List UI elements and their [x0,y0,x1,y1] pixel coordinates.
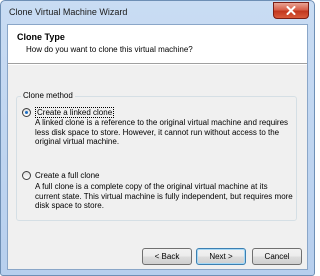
full-clone-label[interactable]: Create a full clone [35,171,99,180]
linked-clone-option[interactable]: Create a linked clone [22,107,115,118]
header-divider [8,64,307,65]
linked-clone-description: A linked clone is a reference to the ori… [35,118,289,146]
page-subtitle: How do you want to clone this virtual ma… [26,45,193,54]
linked-clone-label[interactable]: Create a linked clone [35,107,115,118]
full-clone-option[interactable]: Create a full clone [22,171,99,180]
close-button[interactable] [273,2,309,19]
linked-clone-radio[interactable] [22,108,31,117]
full-clone-description: A full clone is a complete copy of the o… [35,182,293,210]
back-button[interactable]: < Back [142,248,192,265]
close-icon [286,6,296,15]
clone-method-legend: Clone method [21,91,75,100]
window-title: Clone Virtual Machine Wizard [9,7,128,17]
page-title: Clone Type [17,32,65,42]
wizard-window: Clone Virtual Machine Wizard Clone Type … [0,0,315,276]
next-button[interactable]: Next > [196,248,246,265]
wizard-client-area: Clone Type How do you want to clone this… [7,24,308,270]
wizard-header: Clone Type How do you want to clone this… [8,25,307,64]
cancel-button[interactable]: Cancel [252,248,302,265]
full-clone-radio[interactable] [22,171,31,180]
title-bar[interactable]: Clone Virtual Machine Wizard [1,1,314,23]
